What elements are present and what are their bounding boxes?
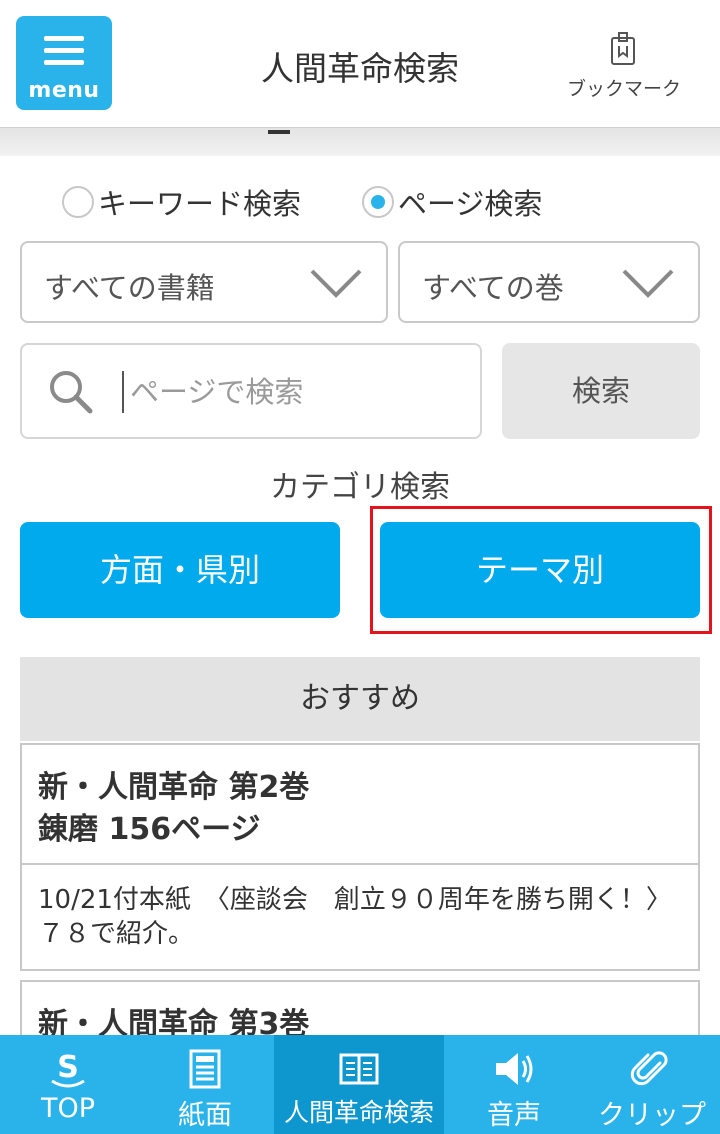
search-field-container <box>20 343 482 439</box>
text-caret <box>122 371 124 413</box>
recommend-item-title-line2: 錬磨 156ページ <box>38 812 261 847</box>
radio-circle <box>62 186 94 218</box>
banner-strip <box>0 128 720 156</box>
app-header: menu 人間革命検索 ブックマーク <box>0 0 720 128</box>
page-search-label: ページ検索 <box>398 187 543 221</box>
nav-tab-paper[interactable]: 紙面 <box>136 1035 274 1134</box>
nav-tab-label: 人間革命検索 <box>283 1098 434 1127</box>
book-search-icon <box>339 1053 379 1085</box>
nav-tab-label: クリップ <box>598 1100 706 1131</box>
page-title: 人間革命検索 <box>261 49 459 88</box>
nav-tab-clip[interactable]: クリップ <box>584 1035 720 1134</box>
newspaper-icon <box>189 1049 221 1089</box>
menu-button-label: menu <box>28 78 100 103</box>
highlight-box <box>370 506 712 634</box>
search-icon <box>50 371 93 414</box>
nav-tab-label: 音声 <box>487 1100 541 1131</box>
chevron-down-icon <box>310 269 362 298</box>
search-mode-group: キーワード検索 ページ検索 <box>0 180 720 224</box>
volume-select[interactable]: すべての巻 <box>398 241 700 323</box>
nav-tab-label: TOP <box>40 1093 96 1124</box>
recommend-heading: おすすめ <box>20 657 700 741</box>
menu-button[interactable]: menu <box>16 16 112 110</box>
recommend-item-title-line1: 新・人間革命 第2巻 <box>38 770 310 805</box>
nav-tab-audio[interactable]: 音声 <box>444 1035 584 1134</box>
hamburger-icon <box>44 36 84 72</box>
bookmark-button[interactable]: ブックマーク <box>556 30 692 110</box>
keyword-search-radio[interactable]: キーワード検索 <box>62 184 302 221</box>
nav-tab-label: 紙面 <box>178 1100 232 1131</box>
s-logo-icon: S <box>51 1050 85 1088</box>
book-select[interactable]: すべての書籍 <box>20 241 388 323</box>
bookmark-label: ブックマーク <box>566 78 681 100</box>
radio-circle-checked <box>362 186 394 218</box>
recommend-item[interactable]: 新・人間革命 第2巻 錬磨 156ページ 10/21付本紙 〈座談会 創立９０周… <box>20 743 700 971</box>
paperclip-icon <box>630 1051 668 1086</box>
region-category-button[interactable]: 方面・県別 <box>20 522 340 618</box>
svg-text:S: S <box>57 1050 79 1085</box>
speaker-icon <box>496 1053 533 1085</box>
category-search-heading: カテゴリ検索 <box>270 470 450 505</box>
volume-select-value: すべての巻 <box>422 271 564 305</box>
recommend-item-title: 新・人間革命 第2巻 錬磨 156ページ <box>22 745 698 865</box>
bookmark-icon <box>611 32 635 65</box>
search-button[interactable]: 検索 <box>502 343 700 439</box>
nav-tab-top[interactable]: S TOP <box>0 1035 136 1134</box>
recommend-item-description: 10/21付本紙 〈座談会 創立９０周年を勝ち開く！〉７８で紹介。 <box>38 885 672 949</box>
bottom-nav: S TOP 紙面 人間革命検索 音声 クリップ <box>0 1035 720 1134</box>
keyword-search-label: キーワード検索 <box>98 187 302 221</box>
page-search-radio[interactable]: ページ検索 <box>362 184 543 221</box>
nav-tab-ningen-kakumei-search[interactable]: 人間革命検索 <box>274 1035 444 1134</box>
chevron-down-icon <box>622 269 674 298</box>
page-search-input[interactable] <box>130 367 460 417</box>
book-select-value: すべての書籍 <box>44 271 215 305</box>
